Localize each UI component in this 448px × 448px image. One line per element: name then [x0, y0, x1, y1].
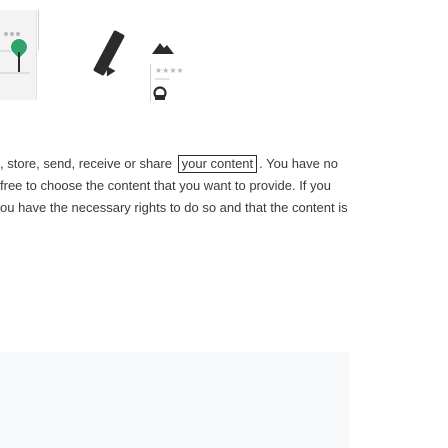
terms-line-3: ou have the necessary rights to do so an…	[0, 200, 348, 215]
window-dot	[16, 32, 20, 36]
illustration: ★★★★	[0, 0, 210, 120]
pin-stem	[18, 52, 20, 72]
pen-tip-icon	[102, 66, 116, 79]
placeholder-line	[155, 78, 169, 80]
terms-line-1: , store, send, receive or share your con…	[0, 154, 338, 174]
window-dot	[4, 32, 8, 36]
highlighted-phrase: your content	[177, 155, 258, 173]
background-panel	[0, 352, 350, 448]
placeholder-line	[0, 72, 30, 74]
window-dot	[10, 32, 14, 36]
terms-text: . You have no	[259, 156, 338, 171]
terms-line-2: free to choose the content that you want…	[0, 178, 331, 193]
avatar-icon	[153, 86, 167, 100]
mountain-icon	[152, 43, 174, 54]
rating-stars-icon: ★★★★	[155, 66, 184, 75]
divider	[38, 10, 39, 50]
terms-text: , store, send, receive or share	[0, 156, 172, 171]
